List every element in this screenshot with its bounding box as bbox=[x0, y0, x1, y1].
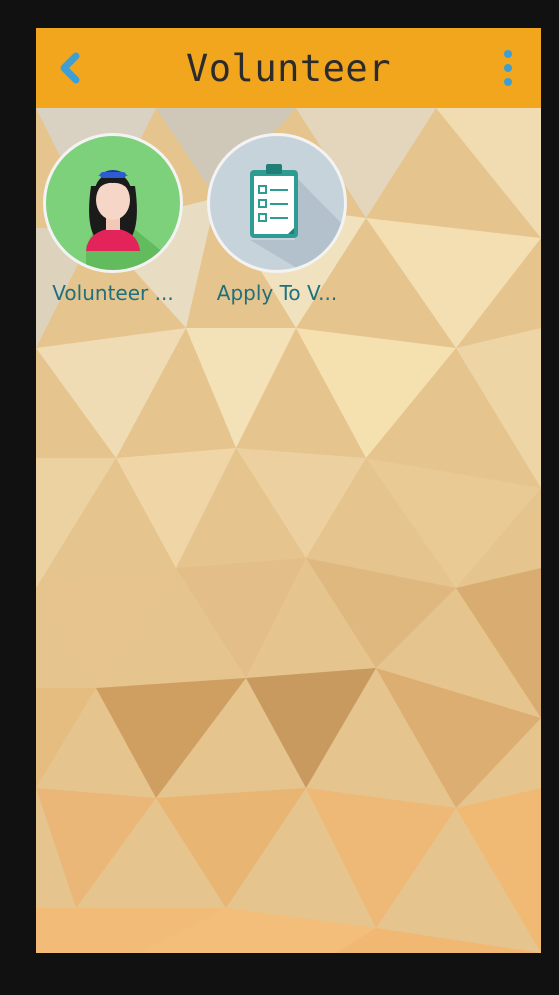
clipboard-checklist-icon bbox=[250, 164, 344, 270]
overflow-menu-button[interactable] bbox=[493, 44, 523, 92]
tile-apply[interactable]: Apply To V... bbox=[206, 133, 348, 305]
tile-label: Apply To V... bbox=[216, 281, 338, 305]
chevron-left-icon bbox=[60, 52, 80, 84]
device-frame: Volunteer Volunteer ... Apply To V... bbox=[0, 0, 559, 995]
volunteer-person-icon bbox=[86, 170, 180, 270]
app-bar: Volunteer bbox=[36, 28, 541, 108]
tile-grid: Volunteer ... Apply To V... bbox=[42, 133, 348, 305]
tile-label: Volunteer ... bbox=[52, 281, 174, 305]
tile-icon-circle bbox=[43, 133, 183, 273]
back-button[interactable] bbox=[50, 44, 90, 92]
more-vert-icon bbox=[504, 50, 512, 86]
app-screen: Volunteer Volunteer ... Apply To V... bbox=[36, 28, 541, 953]
page-title: Volunteer bbox=[186, 46, 391, 90]
tile-icon-circle bbox=[207, 133, 347, 273]
tile-volunteer[interactable]: Volunteer ... bbox=[42, 133, 184, 305]
